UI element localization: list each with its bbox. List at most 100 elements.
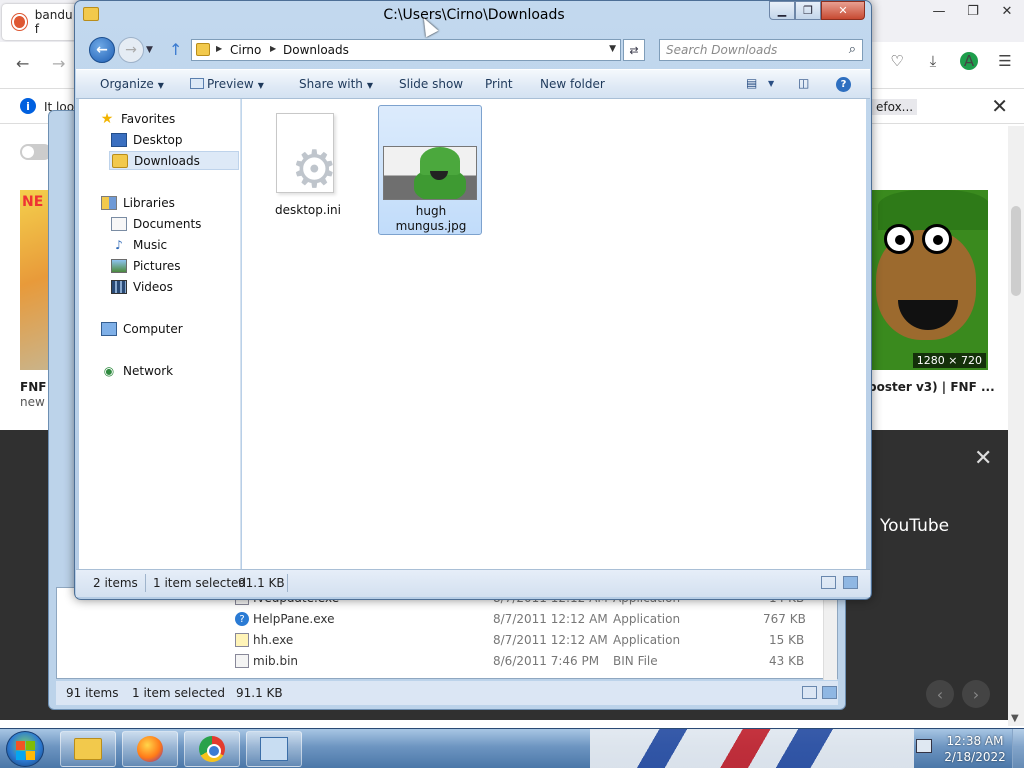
slide-show-button[interactable]: Slide show <box>399 77 463 91</box>
menu-icon[interactable]: ☰ <box>996 52 1014 70</box>
large-icons-view-icon[interactable] <box>843 576 858 589</box>
nav-documents[interactable]: Documents <box>111 214 239 233</box>
print-button[interactable]: Print <box>485 77 513 91</box>
table-row[interactable]: hh.exe 8/7/2011 12:12 AM Application 15 … <box>57 630 837 651</box>
nav-pictures[interactable]: Pictures <box>111 256 239 275</box>
show-desktop-button[interactable] <box>1012 729 1024 768</box>
browser-scrollbar[interactable]: ▼ <box>1008 126 1024 726</box>
nav-music-label: Music <box>133 237 168 252</box>
result-title-right[interactable]: poster v3) | FNF ... <box>868 380 995 394</box>
file-item-desktop-ini[interactable]: ⚙ desktop.ini <box>256 105 360 235</box>
preview-icon <box>190 78 204 89</box>
browser-maximize-button[interactable]: ❐ <box>956 0 990 22</box>
browser-close-button[interactable]: ✕ <box>990 0 1024 22</box>
navigation-pane: ★ Favorites Desktop Downloads Libraries D… <box>79 99 241 569</box>
nav-computer[interactable]: Computer <box>101 319 261 338</box>
notification-action-button[interactable]: efox... <box>872 99 918 115</box>
forward-button[interactable]: → <box>118 37 144 63</box>
change-view-icon[interactable]: ▤ <box>746 76 757 90</box>
details-view-icon[interactable] <box>802 686 817 699</box>
nav-downloads[interactable]: Downloads <box>109 151 239 170</box>
windows-logo-pane <box>16 741 25 750</box>
character-eye-right <box>922 224 952 254</box>
account-avatar[interactable]: A <box>960 52 978 70</box>
bg-scrollbar[interactable] <box>823 588 837 680</box>
details-view-icon[interactable] <box>821 576 836 589</box>
firefox-icon <box>137 736 163 762</box>
address-bar[interactable]: ▶ Cirno ▶ Downloads ▼ <box>191 39 621 61</box>
scroll-down-icon[interactable]: ▼ <box>1011 713 1019 724</box>
character-face-shape <box>876 224 976 340</box>
preview-pane-icon[interactable]: ◫ <box>798 76 809 90</box>
taskbar-explorer-button[interactable] <box>60 731 116 767</box>
star-icon: ★ <box>100 110 114 127</box>
minimize-button[interactable]: ▁ <box>769 1 795 20</box>
taskbar-control-panel-button[interactable] <box>246 731 302 767</box>
prev-image-icon[interactable]: ‹ <box>926 680 954 708</box>
nav-documents-label: Documents <box>133 216 202 231</box>
videos-icon <box>111 279 127 294</box>
large-icons-view-icon[interactable] <box>822 686 837 699</box>
refresh-button[interactable]: ⇄ <box>623 39 645 61</box>
view-dropdown-icon[interactable]: ▼ <box>768 79 774 88</box>
nav-downloads-label: Downloads <box>134 153 200 168</box>
source-label[interactable]: YouTube <box>880 516 949 536</box>
table-row[interactable]: mib.bin 8/6/2011 7:46 PM BIN File 43 KB <box>57 651 837 672</box>
notification-close-icon[interactable]: ✕ <box>991 94 1008 118</box>
browser-scrollbar-thumb[interactable] <box>1011 206 1021 296</box>
search-icon[interactable]: ⌕ <box>849 42 856 57</box>
nav-desktop[interactable]: Desktop <box>111 130 239 149</box>
up-folder-icon[interactable]: ↑ <box>169 40 182 59</box>
breadcrumb-separator-icon[interactable]: ▶ <box>270 44 276 53</box>
file-item-hugh-mungus[interactable]: hugh mungus.jpg <box>378 105 482 235</box>
viewer-close-icon[interactable]: ✕ <box>974 446 992 471</box>
status-size: 91.1 KB <box>238 576 285 590</box>
back-button[interactable]: ← <box>89 37 115 63</box>
taskbar-firefox-button[interactable] <box>122 731 178 767</box>
result-thumbnail-right[interactable]: 1280 × 720 <box>868 190 988 370</box>
result-title-left[interactable]: FNF <box>20 380 46 394</box>
pocket-icon[interactable]: ♡ <box>888 52 906 70</box>
browser-forward-icon[interactable]: → <box>52 54 65 73</box>
share-with-button[interactable]: Share with ▼ <box>299 77 373 91</box>
nav-network[interactable]: ◉ Network <box>101 361 261 380</box>
maximize-button[interactable]: ❐ <box>795 1 821 20</box>
control-panel-icon <box>260 737 288 761</box>
download-icon[interactable]: ⤓ <box>924 52 942 70</box>
close-button[interactable]: ✕ <box>821 1 865 20</box>
nav-favorites[interactable]: ★ Favorites <box>99 109 259 128</box>
organize-button[interactable]: Organize ▼ <box>100 77 164 91</box>
taskbar: 12:38 AM 2/18/2022 <box>0 728 1024 768</box>
breadcrumb-downloads[interactable]: Downloads <box>283 43 349 57</box>
explorer-window[interactable]: C:\Users\Cirno\Downloads ▁ ❐ ✕ ← → ▼ ↑ ▶… <box>74 0 872 600</box>
new-folder-button[interactable]: New folder <box>540 77 605 91</box>
clock-date: 2/18/2022 <box>944 750 1006 764</box>
file-name-line-2: mungus.jpg <box>395 219 467 233</box>
file-name-line-1: hugh <box>415 204 447 218</box>
action-center-icon[interactable] <box>916 739 932 753</box>
taskbar-chrome-button[interactable] <box>184 731 240 767</box>
nav-libraries[interactable]: Libraries <box>101 193 261 212</box>
nav-music[interactable]: ♪ Music <box>111 235 239 254</box>
browser-back-icon[interactable]: ← <box>16 54 29 73</box>
nav-videos-label: Videos <box>133 279 173 294</box>
nav-videos[interactable]: Videos <box>111 277 239 296</box>
clock[interactable]: 12:38 AM 2/18/2022 <box>942 733 1008 765</box>
breadcrumb-cirno[interactable]: Cirno <box>230 43 261 57</box>
downloads-folder-icon <box>112 153 128 168</box>
organize-label: Organize <box>100 77 154 91</box>
status-items: 2 items <box>93 576 138 590</box>
help-icon[interactable]: ? <box>836 77 851 92</box>
settings-file-icon: ⚙ <box>276 113 338 196</box>
browser-minimize-button[interactable]: — <box>922 0 956 22</box>
hh-file-icon <box>235 633 249 647</box>
search-input[interactable]: Search Downloads ⌕ <box>659 39 863 61</box>
breadcrumb-separator-icon[interactable]: ▶ <box>216 44 222 53</box>
chevron-down-icon: ▼ <box>157 81 164 90</box>
recent-pages-dropdown-icon[interactable]: ▼ <box>146 45 153 55</box>
next-image-icon[interactable]: › <box>962 680 990 708</box>
address-dropdown-icon[interactable]: ▼ <box>609 44 616 54</box>
table-row[interactable]: ? HelpPane.exe 8/7/2011 12:12 AM Applica… <box>57 609 837 630</box>
preview-button[interactable]: Preview ▼ <box>190 77 264 91</box>
start-button[interactable] <box>6 731 44 767</box>
